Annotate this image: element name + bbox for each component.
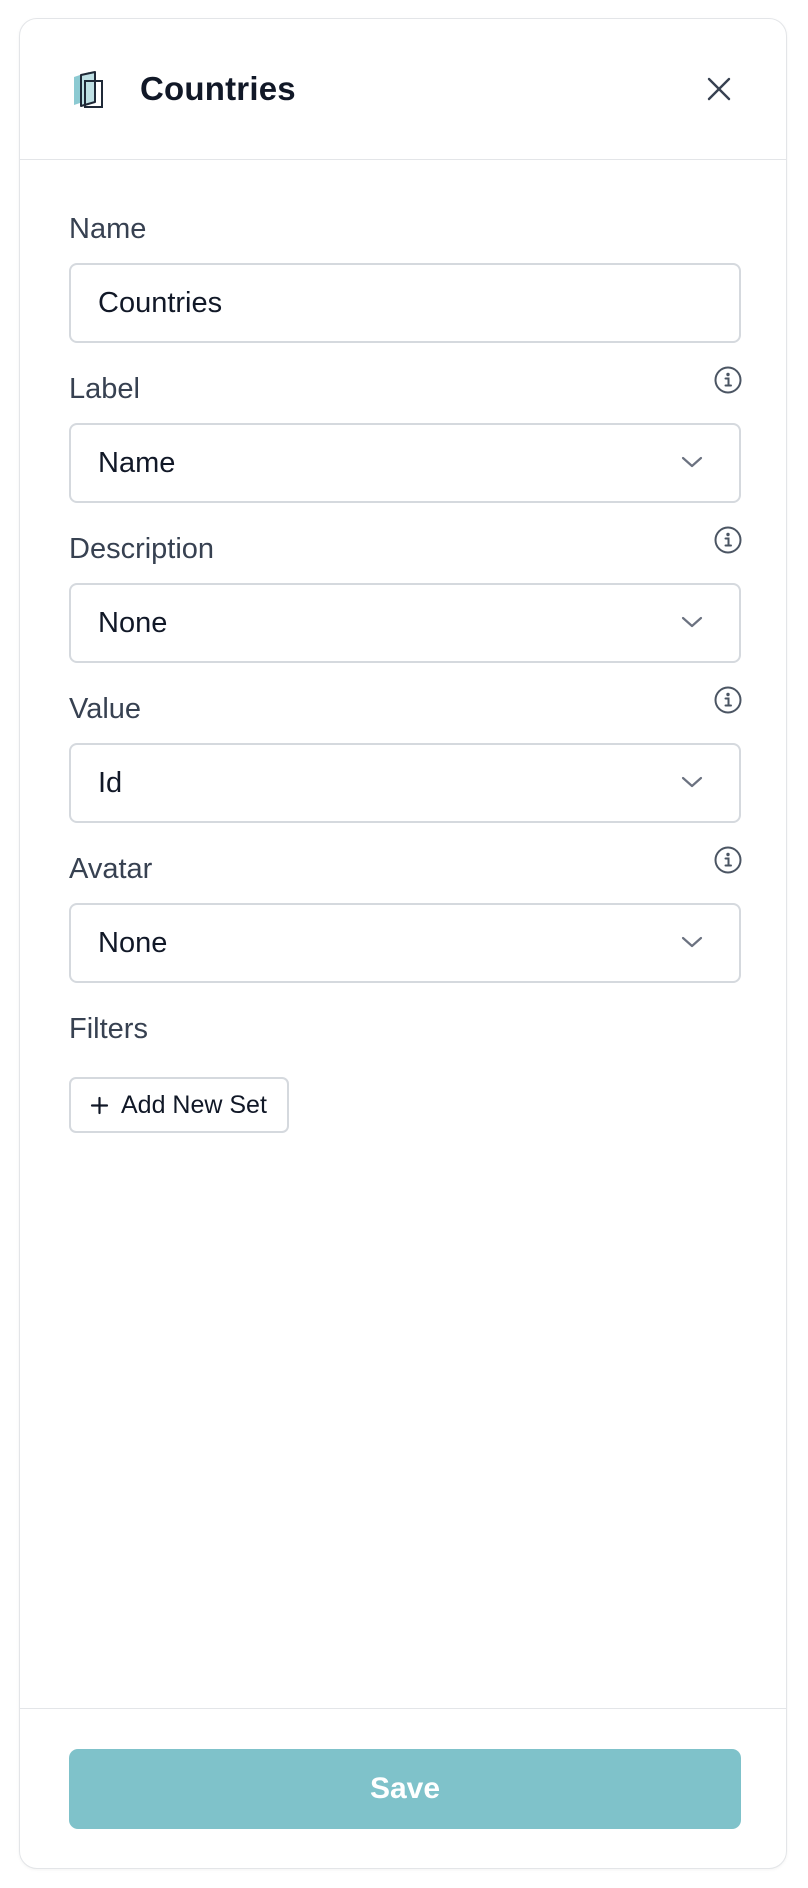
value-label-row: Value xyxy=(69,686,742,729)
chevron-down-icon xyxy=(681,936,703,948)
book-icon xyxy=(74,71,103,108)
description-field-group: Description None xyxy=(69,526,742,663)
value-label: Value xyxy=(69,693,142,725)
avatar-label: Avatar xyxy=(69,853,153,885)
description-label: Description xyxy=(69,533,215,565)
plus-icon xyxy=(90,1096,109,1115)
chevron-down-icon xyxy=(681,456,703,468)
close-icon[interactable] xyxy=(702,72,736,106)
avatar-select-value: None xyxy=(98,927,168,959)
label-field-group: Label Name xyxy=(69,366,742,503)
value-select[interactable]: Id xyxy=(69,743,741,823)
info-icon[interactable] xyxy=(713,525,743,555)
chevron-down-icon xyxy=(681,776,703,788)
label-select-value: Name xyxy=(98,447,176,479)
info-icon[interactable] xyxy=(713,685,743,715)
panel-header: Countries xyxy=(20,19,786,160)
collection-settings-panel: Countries Name Label xyxy=(19,18,787,1869)
add-new-set-label: Add New Set xyxy=(121,1091,267,1119)
value-field-group: Value Id xyxy=(69,686,742,823)
name-label-row: Name xyxy=(69,209,741,249)
label-select[interactable]: Name xyxy=(69,423,741,503)
name-input[interactable] xyxy=(98,265,698,341)
chevron-down-icon xyxy=(681,616,703,628)
label-label-row: Label xyxy=(69,366,742,409)
value-select-value: Id xyxy=(98,767,123,799)
name-field-group: Name xyxy=(69,209,741,343)
name-input-wrapper xyxy=(69,263,741,343)
info-icon[interactable] xyxy=(713,365,743,395)
description-select[interactable]: None xyxy=(69,583,741,663)
info-icon[interactable] xyxy=(713,845,743,875)
description-select-value: None xyxy=(98,607,168,639)
avatar-select[interactable]: None xyxy=(69,903,741,983)
avatar-label-row: Avatar xyxy=(69,846,742,889)
filters-label: Filters xyxy=(69,1013,148,1045)
page-title: Countries xyxy=(140,70,296,107)
name-label: Name xyxy=(69,213,147,245)
label-label: Label xyxy=(69,373,140,405)
description-label-row: Description xyxy=(69,526,742,569)
panel-footer: Save xyxy=(20,1708,786,1870)
add-new-set-button[interactable]: Add New Set xyxy=(69,1077,289,1133)
save-button[interactable]: Save xyxy=(69,1749,741,1829)
avatar-field-group: Avatar None xyxy=(69,846,742,983)
